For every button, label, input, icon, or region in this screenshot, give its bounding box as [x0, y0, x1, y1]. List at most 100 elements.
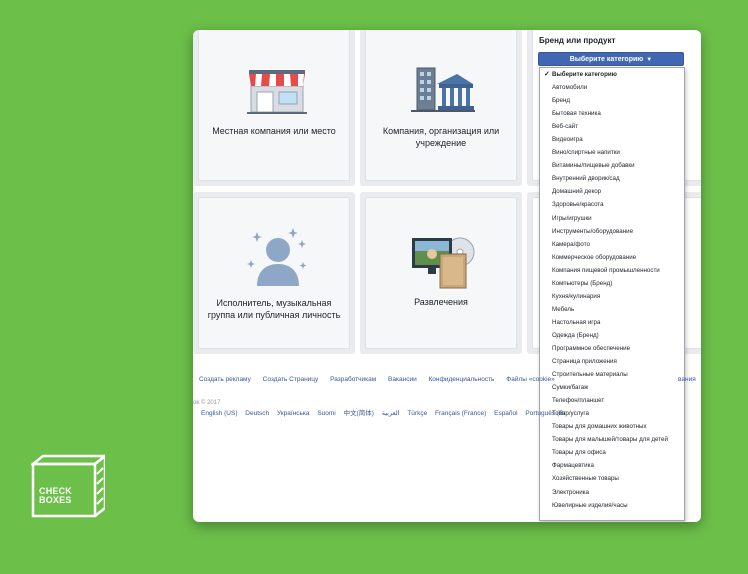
dropdown-option-label: Товары для малышей/товары для детей — [552, 436, 668, 444]
dropdown-option[interactable]: Мебель — [540, 303, 684, 316]
lang-link[interactable]: Português (Br — [525, 410, 565, 417]
dropdown-option[interactable]: Здоровье/красота — [540, 198, 684, 211]
dropdown-option-label: Мебель — [552, 305, 575, 313]
lang-link[interactable]: العربية — [382, 410, 400, 417]
dropdown-option-label: Инструменты/оборудование — [552, 227, 634, 235]
dropdown-option-label: Настольная игра — [552, 318, 601, 326]
tile-label: Развлечения — [414, 297, 468, 307]
dropdown-option[interactable]: Коммерческое оборудование — [540, 251, 684, 264]
footer-link-cookies[interactable]: Файлы «cookie» — [506, 376, 554, 383]
dropdown-option[interactable]: Бренд — [540, 94, 684, 107]
dropdown-option-label: Товары для офиса — [552, 449, 606, 457]
dropdown-option[interactable]: Вино/спиртные напитки — [540, 146, 684, 159]
category-dropdown-list[interactable]: ✓ Выберите категорию Автомобили Бренд Бытова… — [539, 67, 685, 521]
dropdown-option-label: Сумки/багаж — [552, 384, 589, 392]
dropdown-option-label: Страница приложения — [552, 358, 617, 366]
dropdown-option-label: Домашний декор — [552, 188, 602, 196]
dropdown-option-label: Программное обеспечение — [552, 344, 631, 352]
dropdown-option[interactable]: Камера/фото — [540, 238, 684, 251]
dropdown-option[interactable]: Товары для офиса — [540, 446, 684, 459]
footer-links: Создать рекламу Создать Страницу Разрабо… — [199, 376, 699, 383]
dropdown-option[interactable]: Ювелирные изделия/часы — [540, 499, 684, 512]
dropdown-option[interactable]: Одежда (Бренд) — [540, 329, 684, 342]
dropdown-option-label: Электроника — [552, 488, 589, 496]
buildings-icon — [411, 67, 475, 112]
dropdown-option[interactable]: Бытовая техника — [540, 107, 684, 120]
dropdown-option[interactable]: Телефон/планшет — [540, 394, 684, 407]
footer-link-create-ad[interactable]: Создать рекламу — [199, 376, 251, 383]
dropdown-option-label: Бытовая техника — [552, 110, 601, 118]
dropdown-option[interactable]: Веб-сайт — [540, 120, 684, 133]
language-links: English (US) Deutsch Українська Suomi 中文… — [201, 407, 572, 417]
footer-link-privacy[interactable]: Конфиденциальность — [429, 376, 495, 383]
dropdown-option-label: Видеоигра — [552, 136, 583, 144]
lang-link[interactable]: English (US) — [201, 410, 237, 417]
dropdown-option-label: Компьютеры (Бренд) — [552, 279, 613, 287]
lang-link[interactable]: Українська — [277, 410, 310, 417]
dropdown-option[interactable]: Сумки/багаж — [540, 381, 684, 394]
lang-link[interactable]: Suomi — [317, 410, 335, 417]
lang-link[interactable]: 中文(简体) — [344, 410, 374, 417]
dropdown-option[interactable]: Товары для домашних животных — [540, 420, 684, 433]
dropdown-option-label: Камера/фото — [552, 240, 590, 248]
dropdown-option[interactable]: Видеоигра — [540, 133, 684, 146]
dropdown-option-label: Товары для домашних животных — [552, 423, 647, 431]
dropdown-option[interactable]: Игры/игрушки — [540, 212, 684, 225]
dropdown-option[interactable]: Настольная игра — [540, 316, 684, 329]
dropdown-option[interactable]: Кухня/кулинария — [540, 290, 684, 303]
dropdown-option-label: Вино/спиртные напитки — [552, 149, 620, 157]
dropdown-option-label: Ювелирные изделия/часы — [552, 501, 628, 509]
dropdown-option[interactable]: Страница приложения — [540, 355, 684, 368]
dropdown-option[interactable]: Электроника — [540, 486, 684, 499]
dropdown-option-label: Витамины/пищевые добавки — [552, 162, 635, 170]
dropdown-option-label: Хозяйственные товары — [552, 475, 619, 483]
dropdown-option-label: Бренд — [552, 97, 570, 105]
dropdown-option[interactable]: Инструменты/оборудование — [540, 225, 684, 238]
dropdown-option-label: Внутренний дворик/сад — [552, 175, 620, 183]
dropdown-option-label: Веб-сайт — [552, 123, 578, 131]
category-tile-entertainment[interactable]: Развлечения — [360, 192, 522, 354]
copyright: ok © 2017 — [193, 400, 221, 406]
dropdown-option[interactable]: Программное обеспечение — [540, 342, 684, 355]
lang-link[interactable]: Español — [494, 410, 518, 417]
dropdown-option[interactable]: Товары для малышей/товары для детей — [540, 433, 684, 446]
dropdown-option[interactable]: Внутренний дворик/сад — [540, 172, 684, 185]
caret-down-icon: ▼ — [646, 57, 653, 63]
dropdown-option[interactable]: Компьютеры (Бренд) — [540, 277, 684, 290]
dropdown-option-label: Фармацевтика — [552, 462, 594, 470]
dropdown-option[interactable]: Автомобили — [540, 81, 684, 94]
dropdown-option-label: Здоровье/красота — [552, 201, 604, 209]
dropdown-option[interactable]: Компания пищевой промышленности — [540, 264, 684, 277]
tile-label: Компания, организация или учреждение — [382, 126, 500, 148]
lang-link[interactable]: Deutsch — [245, 410, 269, 417]
lang-link[interactable]: Français (France) — [435, 410, 486, 417]
dropdown-option-label: Одежда (Бренд) — [552, 331, 599, 339]
lang-link[interactable]: Türkçe — [407, 410, 427, 417]
category-tile-local-business[interactable]: Местная компания или место — [193, 30, 355, 186]
storefront-icon — [247, 70, 307, 114]
footer-link-create-page[interactable]: Создать Страницу — [263, 376, 319, 383]
dropdown-option-label: Выберите категорию — [552, 71, 617, 78]
dropdown-option-label: Игры/игрушки — [552, 214, 592, 222]
dropdown-option-label: Компания пищевой промышленности — [552, 266, 660, 274]
dropdown-option[interactable]: Домашний декор — [540, 185, 684, 198]
tv-media-icon — [412, 237, 475, 289]
dropdown-option-label: Коммерческое оборудование — [552, 253, 637, 261]
dropdown-option[interactable]: Витамины/пищевые добавки — [540, 159, 684, 172]
category-tile-artist[interactable]: Исполнитель, музыкальная группа или публ… — [193, 192, 355, 354]
category-select-label: Выберите категорию — [569, 56, 644, 63]
dropdown-option[interactable]: Хозяйственные товары — [540, 472, 684, 485]
dropdown-option[interactable]: Фармацевтика — [540, 459, 684, 472]
tile-label: Местная компания или место — [212, 126, 336, 136]
dropdown-option-label: Автомобили — [552, 84, 588, 92]
dropdown-option[interactable]: ✓ Выберите категорию — [540, 68, 684, 81]
logo-text-line2: BOXES — [39, 495, 72, 505]
category-select-button[interactable]: Выберите категорию ▼ — [538, 52, 684, 66]
dropdown-option-label: Телефон/планшет — [552, 397, 605, 405]
category-tile-company[interactable]: Компания, организация или учреждение — [360, 30, 522, 186]
dropdown-option-label: Кухня/кулинария — [552, 292, 601, 300]
page-card: Местная компания или место Компания, орг… — [193, 30, 701, 522]
footer-link-careers[interactable]: Вакансии — [388, 376, 417, 383]
footer-link-terms[interactable]: вания — [678, 376, 696, 383]
footer-link-developers[interactable]: Разработчикам — [330, 376, 376, 383]
